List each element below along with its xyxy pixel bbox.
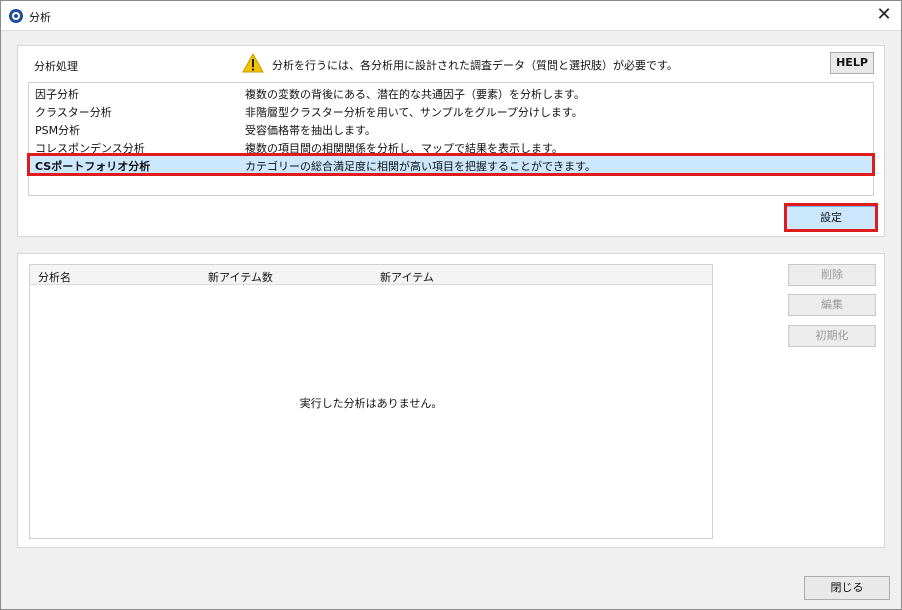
analysis-description: 非階層型クラスター分析を用いて、サンプルをグループ分けします。 (245, 106, 583, 119)
results-table[interactable]: 分析名 新アイテム数 新アイテム 実行した分析はありません。 (29, 264, 713, 539)
close-button[interactable]: 閉じる (804, 576, 890, 600)
delete-button[interactable]: 削除 (788, 264, 876, 286)
help-button[interactable]: HELP (830, 52, 874, 74)
table-header: 分析名 新アイテム数 新アイテム (30, 265, 712, 285)
empty-message: 実行した分析はありません。 (299, 397, 443, 410)
analysis-name: 因子分析 (35, 88, 79, 101)
warning-icon (242, 53, 264, 73)
analysis-description: 受容価格帯を抽出します。 (245, 124, 376, 137)
analysis-panel: 分析処理 分析を行うには、各分析用に設計された調査データ（質問と選択肢）が必要で… (17, 45, 885, 237)
analysis-name: コレスポンデンス分析 (35, 142, 145, 155)
results-panel: 分析名 新アイテム数 新アイテム 実行した分析はありません。 削除 編集 初期化 (17, 253, 885, 548)
list-item[interactable]: 因子分析 複数の変数の背後にある、潜在的な共通因子（要素）を分析します。 (29, 84, 873, 101)
list-item[interactable]: クラスター分析 非階層型クラスター分析を用いて、サンプルをグループ分けします。 (29, 102, 873, 119)
analysis-name: PSM分析 (35, 124, 81, 137)
close-window-icon[interactable]: ✕ (873, 4, 895, 26)
list-item[interactable]: PSM分析 受容価格帯を抽出します。 (29, 120, 873, 137)
analysis-description: 複数の項目間の相関関係を分析し、マップで結果を表示します。 (245, 142, 563, 155)
column-header-new-item-count[interactable]: 新アイテム数 (208, 269, 273, 285)
column-header-analysis-name[interactable]: 分析名 (38, 269, 71, 285)
analysis-name: CSポートフォリオ分析 (35, 160, 151, 173)
window-title: 分析 (29, 11, 51, 24)
list-item-selected[interactable]: CSポートフォリオ分析 カテゴリーの総合満足度に相関が高い項目を把握することがで… (29, 156, 873, 173)
edit-button[interactable]: 編集 (788, 294, 876, 316)
warning-message: 分析を行うには、各分析用に設計された調査データ（質問と選択肢）が必要です。 (272, 59, 678, 72)
analysis-description: 複数の変数の背後にある、潜在的な共通因子（要素）を分析します。 (245, 88, 585, 101)
setting-button[interactable]: 設定 (786, 206, 876, 230)
reset-button[interactable]: 初期化 (788, 325, 876, 347)
list-item[interactable]: コレスポンデンス分析 複数の項目間の相関関係を分析し、マップで結果を表示します。 (29, 138, 873, 155)
analysis-type-list[interactable]: 因子分析 複数の変数の背後にある、潜在的な共通因子（要素）を分析します。 クラス… (27, 82, 875, 196)
analysis-dialog: 分析 ✕ 分析処理 分析を行うには、各分析用に設計された調査データ（質問と選択肢… (0, 0, 902, 610)
analysis-section-label: 分析処理 (34, 60, 78, 73)
column-header-new-item[interactable]: 新アイテム (380, 269, 434, 285)
app-logo-icon (9, 9, 23, 23)
analysis-name: クラスター分析 (35, 106, 112, 119)
analysis-description: カテゴリーの総合満足度に相関が高い項目を把握することができます。 (245, 160, 596, 173)
title-bar: 分析 ✕ (1, 1, 901, 31)
